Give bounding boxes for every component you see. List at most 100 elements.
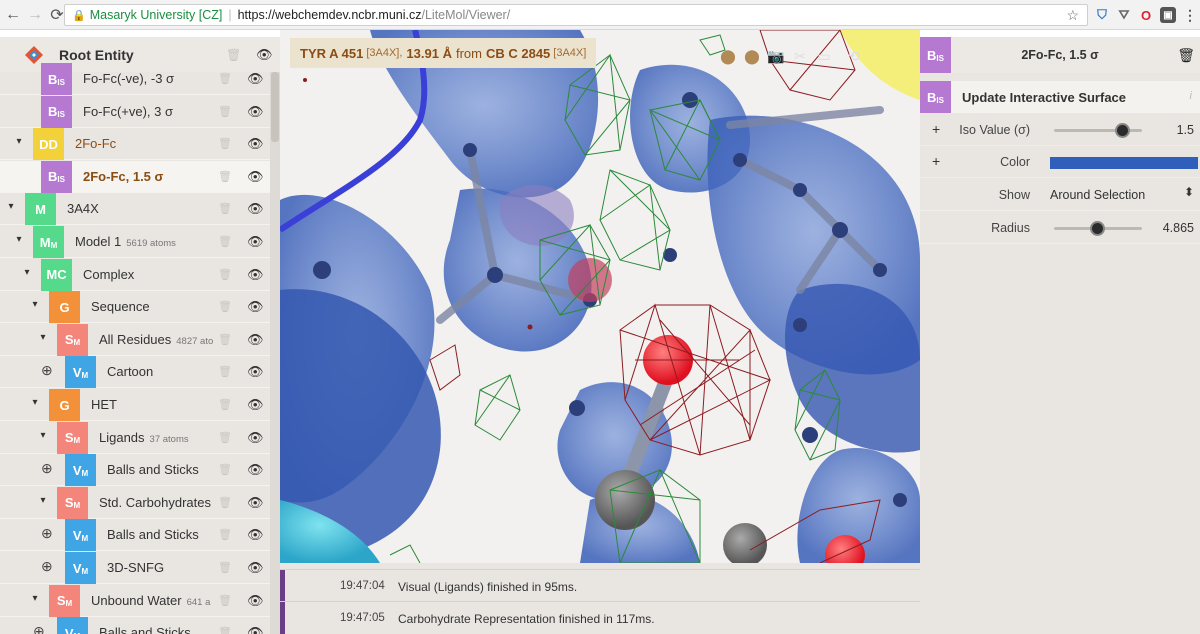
opera-extension-icon[interactable]: O	[1138, 7, 1154, 23]
iso-value-slider[interactable]	[1054, 123, 1142, 138]
tools-icon[interactable]: ✂	[788, 44, 812, 68]
eye-icon[interactable]: 👁	[247, 560, 264, 576]
tree-node[interactable]: ⊕ V M Cartoon 🗑 👁	[0, 356, 270, 389]
eye-icon[interactable]: 👁	[247, 299, 264, 315]
node-label[interactable]: All Residues 4827 ato	[99, 332, 213, 347]
tree-node[interactable]: ▾ S M Unbound Water 641 a 🗑 👁	[0, 584, 270, 617]
eye-icon[interactable]: 👁	[247, 495, 264, 511]
tree-node[interactable]: ▾ MC Complex 🗑 👁	[0, 258, 270, 291]
reset-view-icon[interactable]: ⟲	[842, 44, 866, 68]
settings-icon[interactable]: ⬤	[740, 44, 764, 68]
collapse-caret-icon[interactable]: ▾	[29, 299, 41, 310]
node-label[interactable]: Fo-Fc(-ve), -3 σ	[83, 71, 179, 86]
node-label[interactable]: Balls and Sticks	[107, 462, 204, 477]
crosshair-icon[interactable]: ⊕	[41, 558, 53, 575]
node-label[interactable]: Ligands 37 atoms	[99, 430, 189, 445]
slider-knob[interactable]	[1089, 221, 1105, 236]
eye-icon[interactable]: 👁	[247, 462, 264, 478]
tree-node[interactable]: ⊕ VM Balls and Sticks 🗑 👁	[0, 519, 270, 552]
node-label[interactable]: Complex	[83, 267, 139, 282]
collapse-caret-icon[interactable]: ▾	[13, 234, 25, 245]
eye-icon[interactable]: 👁	[247, 267, 264, 283]
tree-node[interactable]: ▾ G HET 🗑 👁	[0, 389, 270, 421]
node-label[interactable]: HET	[91, 397, 122, 412]
eye-icon[interactable]: 👁	[247, 104, 264, 120]
crosshair-icon[interactable]: ⊕	[41, 460, 53, 477]
eye-icon[interactable]: 👁	[247, 234, 264, 250]
eye-icon[interactable]: 👁	[247, 169, 264, 185]
tree-node[interactable]: ⊕ V M 3D-SNFG 🗑 👁	[0, 552, 270, 584]
window-icon[interactable]: ▭	[812, 44, 836, 68]
collapse-caret-icon[interactable]: ▾	[21, 267, 33, 278]
tree-node[interactable]: B IS Fo-Fc(-ve), -3 σ 🗑 👁	[0, 63, 270, 95]
forward-icon[interactable]: →	[24, 4, 46, 26]
crosshair-icon[interactable]: ⊕	[41, 362, 53, 379]
bookmark-star-icon[interactable]: ☆	[1066, 7, 1079, 24]
site-identity[interactable]: Masaryk University [CZ]	[90, 8, 223, 22]
node-label[interactable]: 3D-SNFG	[107, 560, 169, 575]
collapse-caret-icon[interactable]: ▾	[29, 397, 41, 408]
transform-header[interactable]: B IS Update Interactive Surface i	[920, 81, 1200, 113]
eye-icon[interactable]: 👁	[247, 430, 264, 446]
node-label[interactable]: Model 1 5619 atoms	[75, 234, 176, 249]
collapse-caret-icon[interactable]: ▾	[5, 201, 17, 212]
node-label[interactable]: 2Fo-Fc	[75, 136, 121, 151]
puzzle-extension-icon[interactable]: ▣	[1160, 7, 1176, 23]
tree-scrollbar[interactable]	[270, 72, 280, 634]
tree-node[interactable]: ▾ S M All Residues 4827 ato 🗑 👁	[0, 323, 270, 356]
slider-knob[interactable]	[1115, 123, 1131, 138]
root-entity-label[interactable]: Root Entity	[59, 47, 134, 63]
tree-node[interactable]: B IS Fo-Fc(+ve), 3 σ 🗑 👁	[0, 95, 270, 128]
tree-node[interactable]: ⊕ VM Balls and Sticks 🗑 👁	[0, 617, 270, 634]
molecule-render[interactable]	[280, 30, 920, 563]
node-label[interactable]: Sequence	[91, 299, 155, 314]
node-label[interactable]: 2Fo-Fc, 1.5 σ	[83, 169, 168, 184]
eye-icon[interactable]: 👁	[247, 527, 264, 543]
radius-value[interactable]: 4.865	[1163, 221, 1194, 235]
show-select[interactable]: Around Selection	[1050, 188, 1145, 202]
tree-node[interactable]: ▾ M 3A4X 🗑 👁	[0, 193, 270, 226]
collapse-caret-icon[interactable]: ▾	[37, 495, 49, 506]
node-label[interactable]: Balls and Sticks	[107, 527, 204, 542]
expand-plus-icon[interactable]: +	[932, 153, 940, 169]
node-label[interactable]: Fo-Fc(+ve), 3 σ	[83, 104, 178, 119]
select-arrows-icon[interactable]: ⬍	[1184, 185, 1194, 199]
tree-node[interactable]: ▾ S M Ligands 37 atoms 🗑 👁	[0, 421, 270, 454]
tree-node[interactable]: ▾ DD 2Fo-Fc 🗑 👁	[0, 128, 270, 161]
crosshair-icon[interactable]: ⊕	[33, 623, 45, 634]
layout-expand-icon[interactable]: ⬤	[716, 44, 740, 68]
info-icon[interactable]: i	[1190, 90, 1192, 102]
tree-node[interactable]: ▾ M M Model 1 5619 atoms 🗑 👁	[0, 226, 270, 258]
crosshair-icon[interactable]: ⊕	[41, 525, 53, 542]
node-label[interactable]: Unbound Water 641 a	[91, 593, 210, 608]
iso-value[interactable]: 1.5	[1177, 123, 1194, 137]
address-bar[interactable]: 🔒 Masaryk University [CZ] | https://webc…	[64, 4, 1088, 26]
eye-icon[interactable]: 👁	[247, 593, 264, 609]
collapse-caret-icon[interactable]: ▾	[37, 332, 49, 343]
color-swatch[interactable]	[1050, 157, 1198, 169]
collapse-caret-icon[interactable]: ▾	[13, 136, 25, 147]
shield-extension-icon[interactable]: ⛉	[1094, 7, 1110, 23]
eye-icon[interactable]: 👁	[256, 47, 273, 63]
tree-node[interactable]: B IS 2Fo-Fc, 1.5 σ 🗑 👁	[0, 160, 270, 193]
radius-slider[interactable]	[1054, 221, 1142, 236]
eye-icon[interactable]: 👁	[247, 364, 264, 380]
eye-icon[interactable]: 👁	[247, 136, 264, 152]
menu-icon[interactable]: ⋮	[1182, 7, 1198, 23]
node-label[interactable]: Balls and Sticks	[99, 625, 196, 634]
eye-icon[interactable]: 👁	[247, 71, 264, 87]
eye-icon[interactable]: 👁	[247, 332, 264, 348]
collapse-caret-icon[interactable]: ▾	[29, 593, 41, 604]
tree-node[interactable]: ▾ S M Std. Carbohydrates 🗑 👁	[0, 486, 270, 519]
collapse-caret-icon[interactable]: ▾	[37, 430, 49, 441]
node-label[interactable]: Cartoon	[107, 364, 158, 379]
eye-icon[interactable]: 👁	[247, 625, 264, 634]
eye-icon[interactable]: 👁	[247, 397, 264, 413]
camera-icon[interactable]: 📷	[764, 44, 788, 68]
back-icon[interactable]: ←	[2, 4, 24, 26]
tree-node[interactable]: ▾ G Sequence 🗑 👁	[0, 291, 270, 324]
node-label[interactable]: 3A4X	[67, 201, 104, 216]
delete-icon[interactable]: 🗑	[1177, 47, 1195, 64]
node-label[interactable]: Std. Carbohydrates	[99, 495, 216, 510]
expand-plus-icon[interactable]: +	[932, 121, 940, 137]
